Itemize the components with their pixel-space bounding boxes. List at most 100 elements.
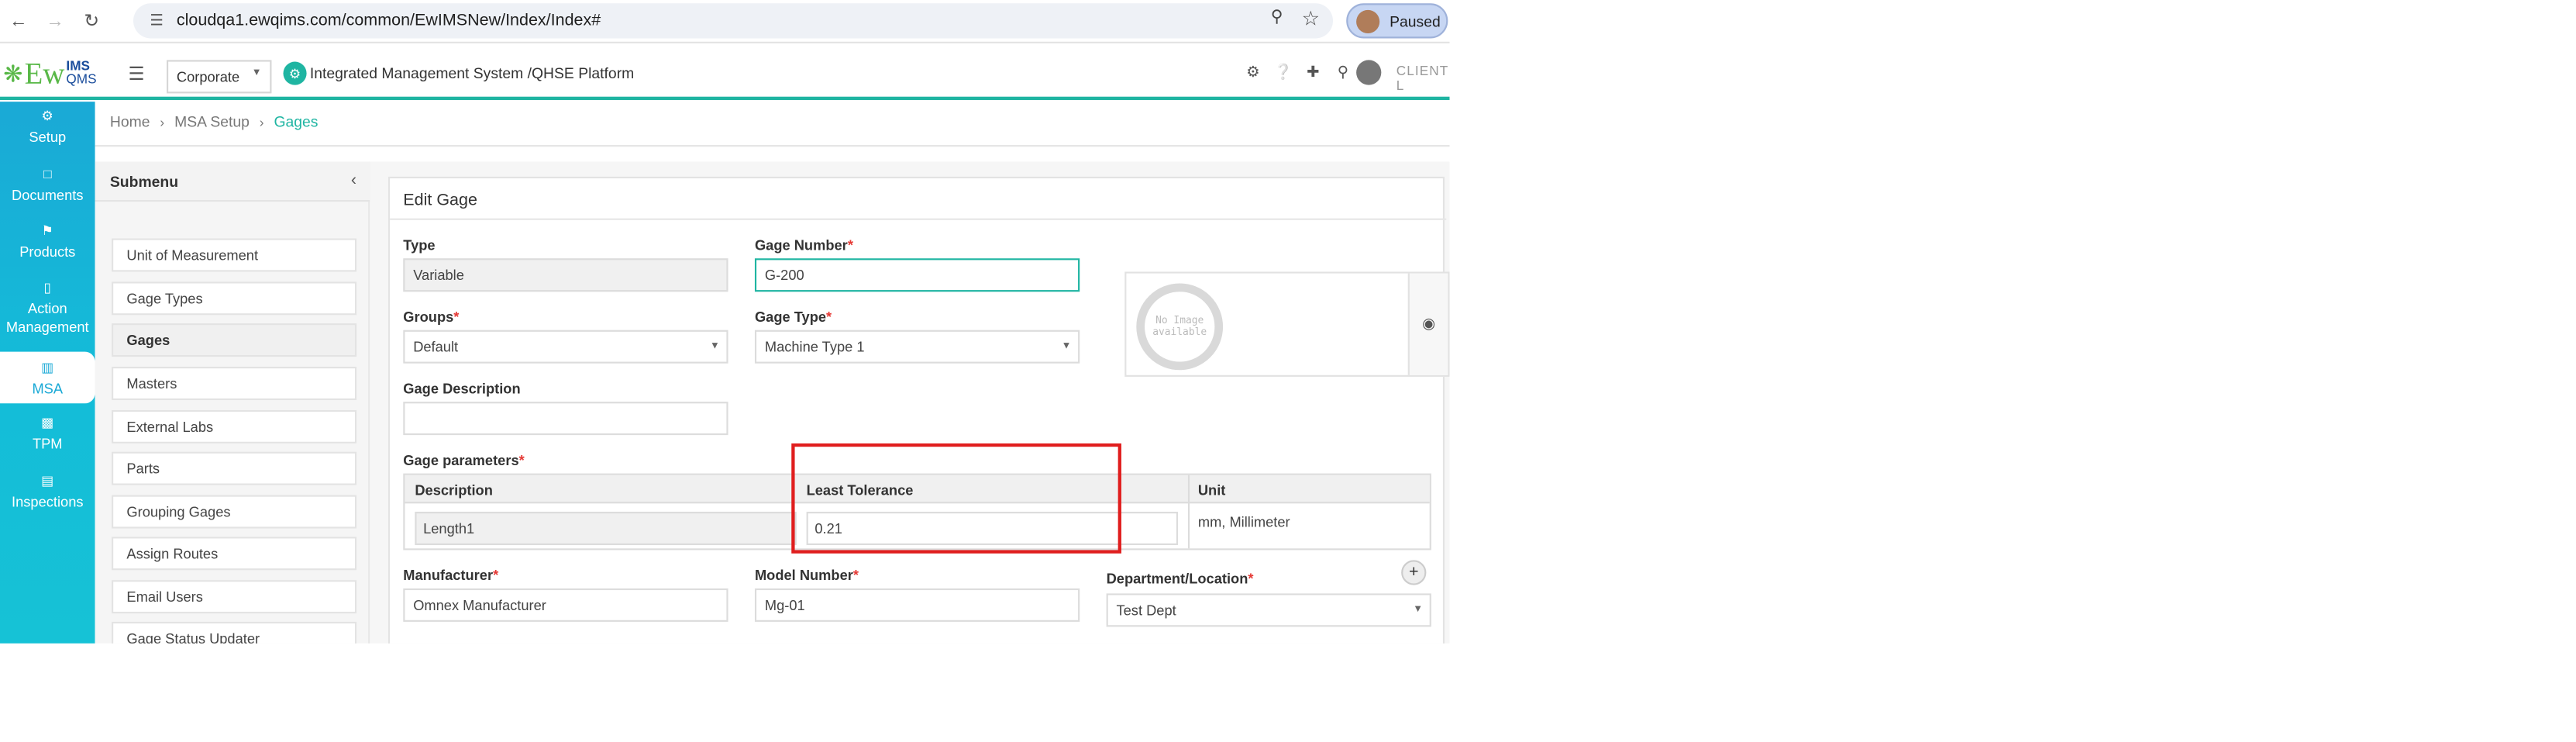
groups-select[interactable]: Default ▼ xyxy=(403,330,728,364)
profile-avatar xyxy=(1356,9,1380,33)
type-field: Variable xyxy=(403,258,728,292)
manufacturer-input[interactable]: Omnex Manufacturer xyxy=(403,588,728,622)
bookmark-star-icon[interactable]: ☆ xyxy=(1302,7,1320,30)
hamburger-menu-icon[interactable]: ☰ xyxy=(129,64,145,85)
platform-gear-icon: ⚙ xyxy=(283,61,307,85)
nav-tpm[interactable]: ▩ TPM xyxy=(0,413,95,460)
chevron-right-icon: › xyxy=(259,114,264,129)
nav-label: Products xyxy=(19,243,76,261)
submenu-item-parts[interactable]: Parts xyxy=(112,451,357,485)
help-icon[interactable]: ❔ xyxy=(1268,64,1298,82)
breadcrumb-msa-setup[interactable]: MSA Setup xyxy=(174,113,250,130)
submenu-item-gage-types[interactable]: Gage Types xyxy=(112,281,357,316)
nav-label: Setup xyxy=(29,128,67,146)
submenu-item-masters[interactable]: Masters xyxy=(112,367,357,400)
submenu-item-unit-of-measurement[interactable]: Unit of Measurement xyxy=(112,238,357,272)
submenu-title: Submenu xyxy=(109,173,179,191)
chevron-down-icon: ▼ xyxy=(251,68,262,79)
required-mark: * xyxy=(847,236,853,254)
department-value: Test Dept xyxy=(1116,602,1176,619)
gage-number-input[interactable]: G-200 xyxy=(754,258,1080,292)
submenu-item-assign-routes[interactable]: Assign Routes xyxy=(112,537,357,571)
nav-setup[interactable]: ⚙ Setup xyxy=(0,107,95,154)
form-title: Edit Gage xyxy=(403,192,477,210)
nav-inspections[interactable]: ▤ Inspections xyxy=(0,471,95,518)
column-header-description: Description xyxy=(415,481,493,499)
no-image-text: No Image available xyxy=(1152,315,1207,339)
nav-documents[interactable]: □ Documents xyxy=(0,165,95,212)
nav-label: Documents xyxy=(12,186,84,204)
gage-parameters-label: Gage parameters* xyxy=(403,452,524,469)
groups-value: Default xyxy=(413,338,459,355)
manufacturer-label: Manufacturer* xyxy=(403,567,498,584)
nav-label: Inspections xyxy=(12,493,84,510)
model-number-input[interactable]: Mg-01 xyxy=(754,588,1080,622)
inspection-icon: ▤ xyxy=(41,473,54,488)
department-label: Department/Location* xyxy=(1107,570,1254,587)
gage-type-select[interactable]: Machine Type 1 ▼ xyxy=(754,330,1080,364)
submenu-item-external-labs[interactable]: External Labs xyxy=(112,409,357,443)
corporate-value: Corporate xyxy=(176,68,240,85)
gage-description-input[interactable] xyxy=(403,402,728,436)
nav-products[interactable]: ⚑ Products xyxy=(0,222,95,268)
param-unit-value: mm, Millimeter xyxy=(1197,513,1290,530)
param-description-cell: Length1 xyxy=(415,512,797,546)
url-text: cloudqa1.ewqims.com/common/EwIMSNew/Inde… xyxy=(176,12,601,30)
logo-qms: QMS xyxy=(66,71,97,87)
chevron-right-icon: › xyxy=(160,114,165,129)
add-department-button[interactable]: + xyxy=(1401,560,1427,585)
gage-type-label: Gage Type* xyxy=(755,309,832,326)
camera-icon[interactable]: ◉ xyxy=(1407,273,1448,375)
nav-msa[interactable]: ▥ MSA xyxy=(0,351,95,404)
groups-label-text: Groups xyxy=(403,308,454,326)
platform-title: Integrated Management System /QHSE Platf… xyxy=(309,64,635,82)
edit-gage-card: Edit Gage Type Variable Gage Number* G-2… xyxy=(387,176,1450,644)
submenu-item-grouping-gages[interactable]: Grouping Gages xyxy=(112,495,357,529)
reload-icon[interactable]: ↻ xyxy=(74,2,110,39)
groups-label: Groups* xyxy=(403,309,459,326)
breadcrumb: Home › MSA Setup › Gages xyxy=(110,113,319,130)
required-mark: * xyxy=(1248,570,1254,587)
logo-ims-qms: IMS QMS xyxy=(66,59,97,87)
highlight-box xyxy=(791,443,1121,554)
site-info-icon[interactable]: ☰ xyxy=(143,8,170,34)
client-label: CLIENT L xyxy=(1396,63,1449,94)
submenu-header: Submenu ‹ xyxy=(95,161,370,202)
settings-gear-icon[interactable]: ⚙ xyxy=(1238,64,1268,82)
app-logo[interactable]: ❋ Ew IMS QMS xyxy=(3,55,116,91)
gage-number-label-text: Gage Number xyxy=(754,236,848,254)
chevron-down-icon: ▼ xyxy=(1413,605,1424,616)
zoom-icon[interactable]: ⚲ xyxy=(1271,9,1283,27)
notification-bell-icon[interactable]: ⚲ xyxy=(1328,64,1359,82)
submenu-item-gages[interactable]: Gages xyxy=(112,323,357,357)
manufacturer-label-text: Manufacturer xyxy=(403,567,494,584)
nav-action-management[interactable]: ▯ Action Management xyxy=(0,278,95,345)
gage-parameters-label-text: Gage parameters xyxy=(403,451,519,469)
document-icon: □ xyxy=(43,167,52,182)
header-actions: ⚙ ❔ ✚ ⚲ xyxy=(1238,64,1358,82)
browser-toolbar: ← → ↻ ☰ cloudqa1.ewqims.com/common/EwIMS… xyxy=(0,0,1450,43)
breadcrumb-home[interactable]: Home xyxy=(110,113,150,130)
required-mark: * xyxy=(826,308,832,326)
department-select[interactable]: Test Dept ▼ xyxy=(1106,593,1431,627)
address-bar[interactable]: ☰ cloudqa1.ewqims.com/common/EwIMSNew/In… xyxy=(133,3,1334,39)
profile-button[interactable]: Paused xyxy=(1346,3,1448,39)
required-mark: * xyxy=(493,567,499,584)
submenu-item-gage-status-updater[interactable]: Gage Status Updater xyxy=(112,621,357,644)
nav-label: MSA xyxy=(32,380,64,397)
forward-icon[interactable]: → xyxy=(36,2,73,39)
back-icon[interactable]: ← xyxy=(0,2,36,39)
department-label-text: Department/Location xyxy=(1106,570,1248,587)
collapse-chevron-icon[interactable]: ‹ xyxy=(351,171,356,190)
divider xyxy=(95,145,1450,147)
nav-label: Action Management xyxy=(5,300,89,336)
sun-logo-icon: ❋ xyxy=(3,59,23,86)
corporate-select[interactable]: Corporate ▼ xyxy=(167,60,272,94)
user-avatar[interactable] xyxy=(1356,60,1382,85)
truck-icon: ▩ xyxy=(41,415,54,430)
no-image-icon: No Image available xyxy=(1136,283,1224,371)
submenu-item-email-users[interactable]: Email Users xyxy=(112,580,357,614)
add-icon[interactable]: ✚ xyxy=(1298,64,1328,82)
gage-description-label: Gage Description xyxy=(403,380,521,397)
breadcrumb-current: Gages xyxy=(274,113,319,130)
